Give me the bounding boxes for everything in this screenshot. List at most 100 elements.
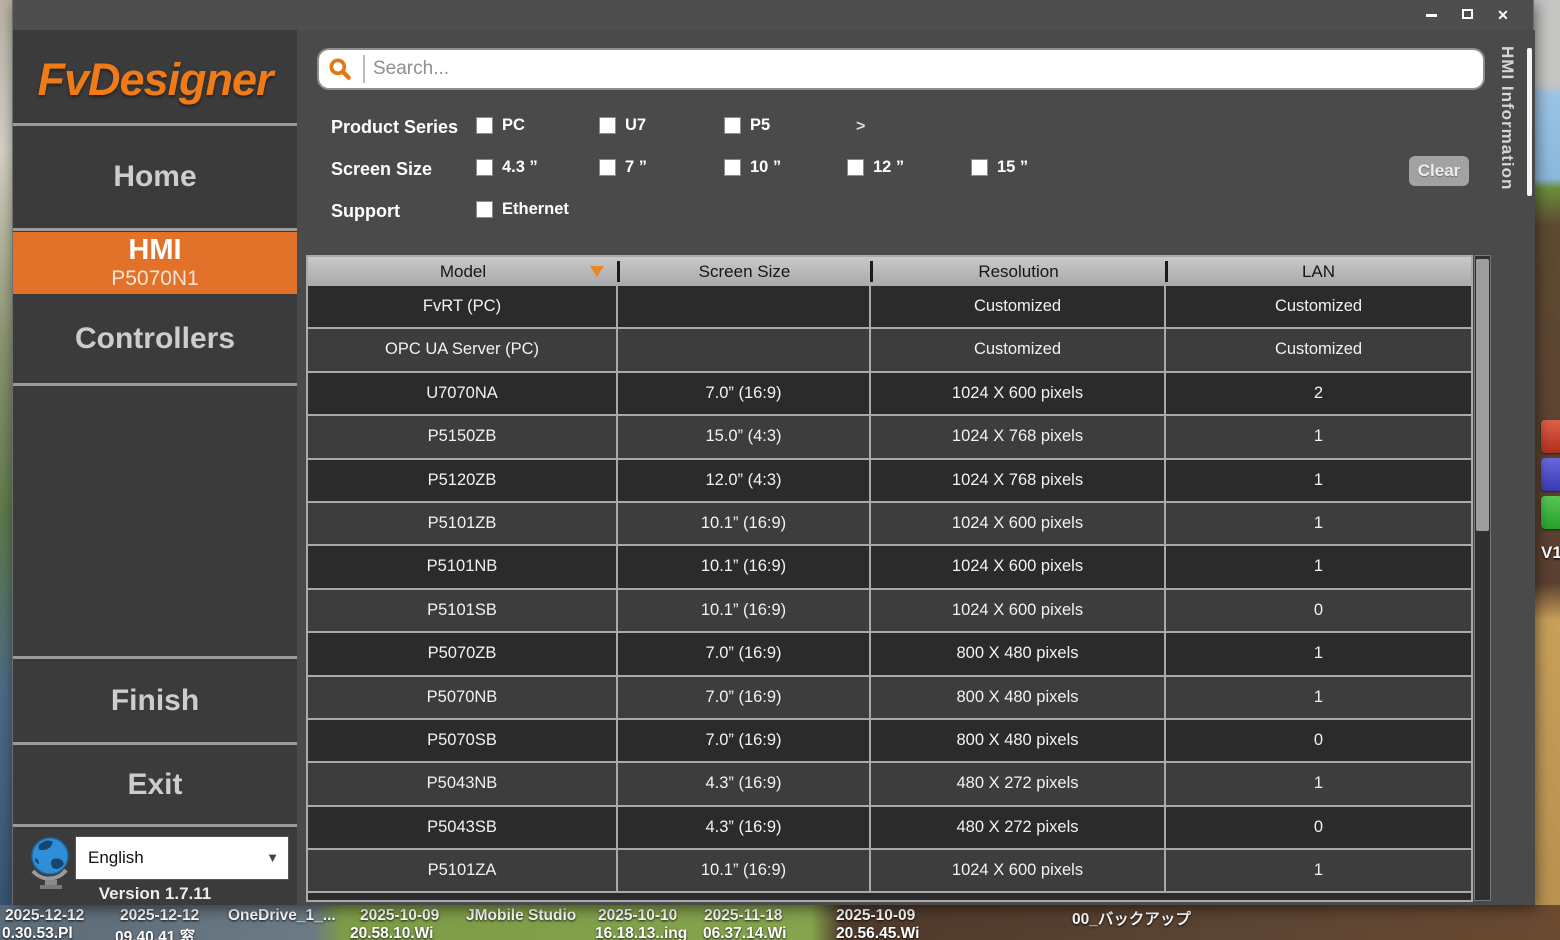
cell-model: OPC UA Server (PC) — [308, 329, 618, 370]
app-logo: FvDesigner — [13, 38, 297, 122]
sidebar-divider — [13, 228, 297, 231]
cell-resolution: 800 X 480 pixels — [871, 720, 1166, 761]
filter-option[interactable]: 12 ” — [847, 158, 904, 177]
table-row[interactable]: P5101SB10.1” (16:9)1024 X 600 pixels0 — [308, 590, 1471, 633]
checkbox[interactable] — [971, 159, 988, 176]
table-row[interactable]: P5070NB7.0” (16:9)800 X 480 pixels1 — [308, 677, 1471, 720]
table-row[interactable]: P5043SB4.3” (16:9)480 X 272 pixels0 — [308, 807, 1471, 850]
filter-option[interactable]: P5 — [724, 116, 770, 135]
cell-screen_size: 4.3” (16:9) — [618, 807, 871, 848]
table-header: ModelScreen SizeResolutionLAN — [308, 257, 1471, 286]
table-row[interactable]: P5070ZB7.0” (16:9)800 X 480 pixels1 — [308, 633, 1471, 676]
cell-lan: Customized — [1166, 286, 1471, 327]
desktop-file-label: 2025-10-10 — [598, 907, 677, 925]
table-row[interactable]: P5101NB10.1” (16:9)1024 X 600 pixels1 — [308, 546, 1471, 589]
column-header-screen_size[interactable]: Screen Size — [618, 257, 871, 286]
checkbox[interactable] — [476, 159, 493, 176]
column-header-model[interactable]: Model — [308, 257, 618, 286]
filter-option[interactable]: 10 ” — [724, 158, 781, 177]
sidebar-item-home[interactable]: Home — [13, 126, 297, 228]
filter-option[interactable]: 15 ” — [971, 158, 1028, 177]
cell-screen_size: 7.0” (16:9) — [618, 677, 871, 718]
checkbox[interactable] — [476, 117, 493, 134]
minimize-icon — [1426, 14, 1437, 17]
cell-screen_size: 10.1” (16:9) — [618, 503, 871, 544]
checkbox[interactable] — [599, 159, 616, 176]
close-button[interactable]: ✕ — [1493, 7, 1513, 23]
cell-resolution: 1024 X 600 pixels — [871, 546, 1166, 587]
table-row[interactable]: P5070SB7.0” (16:9)800 X 480 pixels0 — [308, 720, 1471, 763]
table-row[interactable]: P5120ZB12.0” (4:3)1024 X 768 pixels1 — [308, 460, 1471, 503]
hmi-information-tab[interactable]: HMI Information — [1493, 30, 1535, 905]
sidebar-item-finish[interactable]: Finish — [13, 659, 297, 742]
cell-resolution: 1024 X 600 pixels — [871, 373, 1166, 414]
minimize-button[interactable] — [1421, 7, 1441, 23]
filter-option[interactable]: 4.3 ” — [476, 158, 538, 177]
cell-model: P5070SB — [308, 720, 618, 761]
maximize-icon — [1462, 9, 1473, 19]
table-row[interactable]: P5150ZB15.0” (4:3)1024 X 768 pixels1 — [308, 416, 1471, 459]
checkbox[interactable] — [476, 201, 493, 218]
scrollbar-thumb[interactable] — [1476, 259, 1489, 531]
cell-model: FvRT (PC) — [308, 286, 618, 327]
filter-option[interactable]: PC — [476, 116, 525, 135]
filter-option[interactable]: Ethernet — [476, 200, 569, 219]
filter-option[interactable]: 7 ” — [599, 158, 647, 177]
desktop-file-label: 0.30.53.Pl — [2, 925, 73, 940]
clear-button[interactable]: Clear — [1409, 156, 1469, 186]
main-panel: Product SeriesPCU7P5>Screen Size4.3 ”7 ”… — [297, 30, 1493, 905]
table-row[interactable]: U7070NA7.0” (16:9)1024 X 600 pixels2 — [308, 373, 1471, 416]
cell-model: P5101ZB — [308, 503, 618, 544]
desktop-file-label: 2025-12-12 — [120, 907, 199, 925]
maximize-button[interactable] — [1457, 7, 1477, 23]
sidebar-item-exit[interactable]: Exit — [13, 746, 297, 824]
column-divider — [1165, 261, 1168, 282]
titlebar[interactable]: ✕ — [13, 0, 1533, 30]
desktop-file-label: 20.56.45.Wi — [836, 925, 919, 940]
model-table: ModelScreen SizeResolutionLAN FvRT (PC) C… — [306, 255, 1473, 902]
table-row[interactable]: P5101ZA10.1” (16:9)1024 X 600 pixels1 — [308, 850, 1471, 893]
search-divider — [363, 55, 365, 83]
filter-option-label: 12 ” — [873, 158, 904, 177]
cell-model: P5070NB — [308, 677, 618, 718]
sidebar-item-controllers[interactable]: Controllers — [13, 294, 297, 383]
desktop-file-label: 09.40.41 窓 — [115, 925, 195, 940]
language-select[interactable]: English ▼ — [75, 836, 289, 880]
cell-model: P5101ZA — [308, 850, 618, 891]
desktop-icon-green[interactable] — [1541, 496, 1560, 529]
hmi-label: HMI — [13, 234, 297, 267]
filter-label: Support — [331, 201, 400, 222]
cell-resolution: 1024 X 768 pixels — [871, 416, 1166, 457]
checkbox[interactable] — [599, 117, 616, 134]
cell-screen_size: 15.0” (4:3) — [618, 416, 871, 457]
cell-lan: 0 — [1166, 807, 1471, 848]
table-row[interactable]: P5101ZB10.1” (16:9)1024 X 600 pixels1 — [308, 503, 1471, 546]
checkbox[interactable] — [724, 117, 741, 134]
checkbox[interactable] — [724, 159, 741, 176]
sidebar-divider — [13, 383, 297, 386]
desktop-icon-red[interactable] — [1541, 420, 1560, 453]
sidebar-item-hmi[interactable]: HMI P5070N1 — [13, 232, 297, 294]
desktop-file-label: 16.18.13..ing — [595, 925, 687, 940]
more-options-arrow[interactable]: > — [856, 118, 865, 136]
cell-screen_size: 4.3” (16:9) — [618, 763, 871, 804]
column-header-resolution[interactable]: Resolution — [871, 257, 1166, 286]
cell-lan: 1 — [1166, 546, 1471, 587]
cell-lan: 1 — [1166, 677, 1471, 718]
table-row[interactable]: OPC UA Server (PC)CustomizedCustomized — [308, 329, 1471, 372]
checkbox[interactable] — [847, 159, 864, 176]
version-label: Version 1.7.11 — [13, 884, 297, 904]
panel-scrollbar — [1527, 48, 1532, 196]
desktop-file-label: OneDrive_1_... — [228, 907, 336, 925]
cell-screen_size: 12.0” (4:3) — [618, 460, 871, 501]
filter-option[interactable]: U7 — [599, 116, 646, 135]
table-row[interactable]: P5043NB4.3” (16:9)480 X 272 pixels1 — [308, 763, 1471, 806]
desktop-icon-blue[interactable] — [1541, 458, 1560, 491]
search-input[interactable] — [373, 53, 1463, 84]
cell-screen_size: 10.1” (16:9) — [618, 590, 871, 631]
column-header-lan[interactable]: LAN — [1166, 257, 1471, 286]
fvdesigner-window: ✕ FvDesigner Home HMI P5070N1 Controller… — [12, 0, 1534, 905]
table-row[interactable]: FvRT (PC)CustomizedCustomized — [308, 286, 1471, 329]
table-scrollbar[interactable] — [1474, 255, 1491, 901]
cell-lan: 1 — [1166, 633, 1471, 674]
